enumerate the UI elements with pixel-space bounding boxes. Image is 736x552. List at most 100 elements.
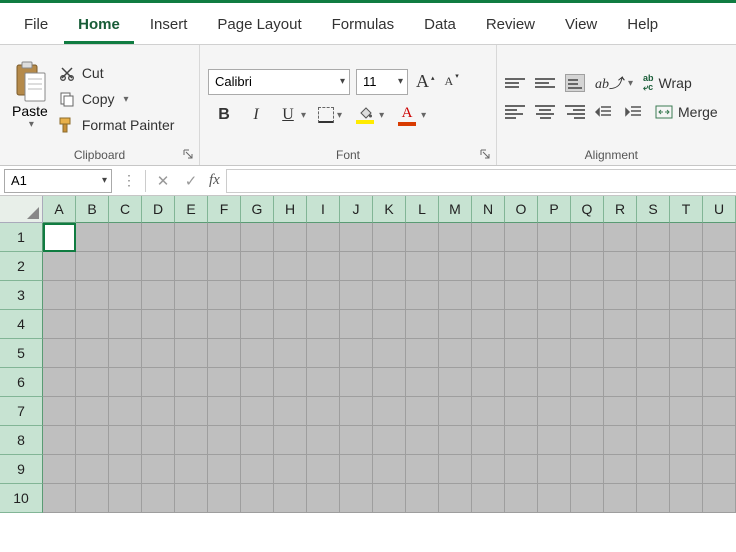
cell[interactable]: [208, 339, 241, 368]
cell[interactable]: [670, 455, 703, 484]
cell[interactable]: [505, 484, 538, 513]
cell[interactable]: [670, 426, 703, 455]
cell[interactable]: [340, 223, 373, 252]
cell[interactable]: [307, 223, 340, 252]
tab-insert[interactable]: Insert: [136, 9, 202, 44]
cell[interactable]: [307, 281, 340, 310]
cell[interactable]: [43, 281, 76, 310]
align-left-button[interactable]: [505, 103, 525, 121]
column-header[interactable]: C: [109, 196, 142, 223]
cell[interactable]: [241, 484, 274, 513]
cell[interactable]: [604, 397, 637, 426]
cell[interactable]: [274, 281, 307, 310]
cell[interactable]: [373, 455, 406, 484]
cell[interactable]: [175, 223, 208, 252]
tab-formulas[interactable]: Formulas: [318, 9, 409, 44]
column-header[interactable]: E: [175, 196, 208, 223]
cell[interactable]: [670, 310, 703, 339]
cell[interactable]: [571, 368, 604, 397]
merge-center-button[interactable]: Merge: [655, 104, 718, 120]
cell[interactable]: [307, 455, 340, 484]
column-header[interactable]: J: [340, 196, 373, 223]
cell[interactable]: [76, 426, 109, 455]
cell[interactable]: [43, 252, 76, 281]
cell[interactable]: [670, 368, 703, 397]
cell[interactable]: [43, 339, 76, 368]
cell[interactable]: [472, 397, 505, 426]
cell[interactable]: [472, 223, 505, 252]
cell[interactable]: [142, 252, 175, 281]
cell[interactable]: [340, 339, 373, 368]
font-size-select[interactable]: 11 ▾: [356, 69, 408, 95]
cell[interactable]: [571, 339, 604, 368]
cell[interactable]: [670, 339, 703, 368]
cell[interactable]: [472, 484, 505, 513]
borders-button[interactable]: [318, 107, 334, 123]
cell[interactable]: [703, 223, 736, 252]
cell[interactable]: [637, 426, 670, 455]
increase-indent-button[interactable]: [625, 103, 645, 121]
cell[interactable]: [373, 426, 406, 455]
cell[interactable]: [241, 397, 274, 426]
cell[interactable]: [670, 484, 703, 513]
formula-input[interactable]: [226, 169, 736, 193]
column-header[interactable]: R: [604, 196, 637, 223]
cell[interactable]: [505, 455, 538, 484]
cell[interactable]: [538, 368, 571, 397]
cell[interactable]: [76, 368, 109, 397]
cell[interactable]: [274, 426, 307, 455]
paste-dropdown-icon[interactable]: ▾: [29, 119, 34, 130]
cell[interactable]: [76, 484, 109, 513]
align-center-button[interactable]: [535, 103, 555, 121]
cell[interactable]: [274, 368, 307, 397]
cell[interactable]: [307, 484, 340, 513]
cell[interactable]: [109, 252, 142, 281]
cell[interactable]: [505, 426, 538, 455]
cell[interactable]: [439, 223, 472, 252]
font-color-dropdown-icon[interactable]: ▾: [421, 110, 426, 121]
cell[interactable]: [571, 426, 604, 455]
row-header[interactable]: 10: [0, 484, 43, 513]
cut-button[interactable]: Cut: [58, 63, 175, 83]
cell[interactable]: [373, 223, 406, 252]
row-header[interactable]: 6: [0, 368, 43, 397]
cell[interactable]: [208, 281, 241, 310]
italic-button[interactable]: I: [246, 106, 266, 124]
cell[interactable]: [472, 339, 505, 368]
cell[interactable]: [505, 223, 538, 252]
align-right-button[interactable]: [565, 103, 585, 121]
cell[interactable]: [208, 484, 241, 513]
cell[interactable]: [175, 484, 208, 513]
cell[interactable]: [538, 484, 571, 513]
fill-dropdown-icon[interactable]: ▾: [379, 110, 384, 121]
tab-file[interactable]: File: [10, 9, 62, 44]
cell[interactable]: [109, 339, 142, 368]
cell[interactable]: [571, 397, 604, 426]
cell[interactable]: [472, 281, 505, 310]
tab-data[interactable]: Data: [410, 9, 470, 44]
cell[interactable]: [274, 252, 307, 281]
column-header[interactable]: S: [637, 196, 670, 223]
cell[interactable]: [538, 397, 571, 426]
cell[interactable]: [76, 397, 109, 426]
cell[interactable]: [439, 484, 472, 513]
cell[interactable]: [175, 252, 208, 281]
cell[interactable]: [670, 397, 703, 426]
cell[interactable]: [274, 397, 307, 426]
cell[interactable]: [373, 368, 406, 397]
row-header[interactable]: 1: [0, 223, 43, 252]
cell[interactable]: [505, 281, 538, 310]
cell[interactable]: [175, 281, 208, 310]
cell[interactable]: [208, 397, 241, 426]
cell[interactable]: [373, 252, 406, 281]
cell[interactable]: [43, 426, 76, 455]
cell[interactable]: [637, 455, 670, 484]
cell[interactable]: [208, 455, 241, 484]
column-header[interactable]: B: [76, 196, 109, 223]
cell[interactable]: [109, 223, 142, 252]
cell[interactable]: [571, 252, 604, 281]
cell[interactable]: [76, 310, 109, 339]
cell[interactable]: [76, 252, 109, 281]
cell[interactable]: [175, 455, 208, 484]
cell[interactable]: [274, 484, 307, 513]
